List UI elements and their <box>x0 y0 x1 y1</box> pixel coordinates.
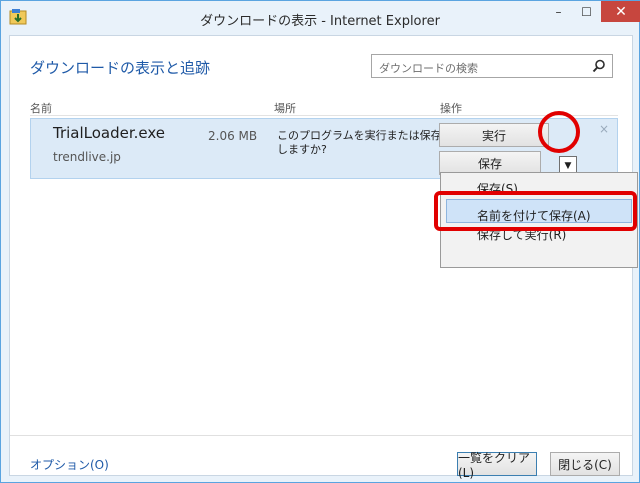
title-bar: ダウンロードの表示 - Internet Explorer – ☐ ✕ <box>1 1 640 35</box>
dismiss-download-icon[interactable]: × <box>599 122 609 136</box>
file-name: TrialLoader.exe <box>53 124 166 142</box>
close-window-button[interactable]: ✕ <box>601 1 640 22</box>
annotation-highlight-box <box>434 191 637 231</box>
maximize-button[interactable]: ☐ <box>573 1 600 22</box>
options-link[interactable]: オプション(O) <box>30 456 109 473</box>
file-domain: trendlive.jp <box>53 150 121 164</box>
search-input[interactable]: ダウンロードの検索 <box>371 54 613 78</box>
chevron-down-icon: ▼ <box>564 161 572 171</box>
page-title: ダウンロードの表示と追跡 <box>30 59 211 77</box>
column-header-action: 操作 <box>440 102 462 115</box>
search-placeholder: ダウンロードの検索 <box>379 62 478 75</box>
download-prompt: このプログラムを実行または保存しますか? <box>277 129 442 156</box>
column-header-location: 場所 <box>274 102 296 115</box>
annotation-circle <box>538 111 580 153</box>
ie-download-window: ダウンロードの表示 - Internet Explorer – ☐ ✕ ダウンロ… <box>0 0 640 483</box>
search-icon[interactable] <box>592 59 606 73</box>
clear-list-button[interactable]: 一覧をクリア(L) <box>457 451 537 480</box>
run-button[interactable]: 実行 <box>439 123 549 147</box>
minimize-button[interactable]: – <box>545 1 572 22</box>
footer-divider <box>10 435 632 436</box>
column-header-name: 名前 <box>30 102 52 115</box>
window-title: ダウンロードの表示 - Internet Explorer <box>200 14 440 29</box>
header-divider <box>30 115 618 116</box>
file-size: 2.06 MB <box>208 129 258 143</box>
close-button[interactable]: 閉じる(C) <box>550 452 620 476</box>
